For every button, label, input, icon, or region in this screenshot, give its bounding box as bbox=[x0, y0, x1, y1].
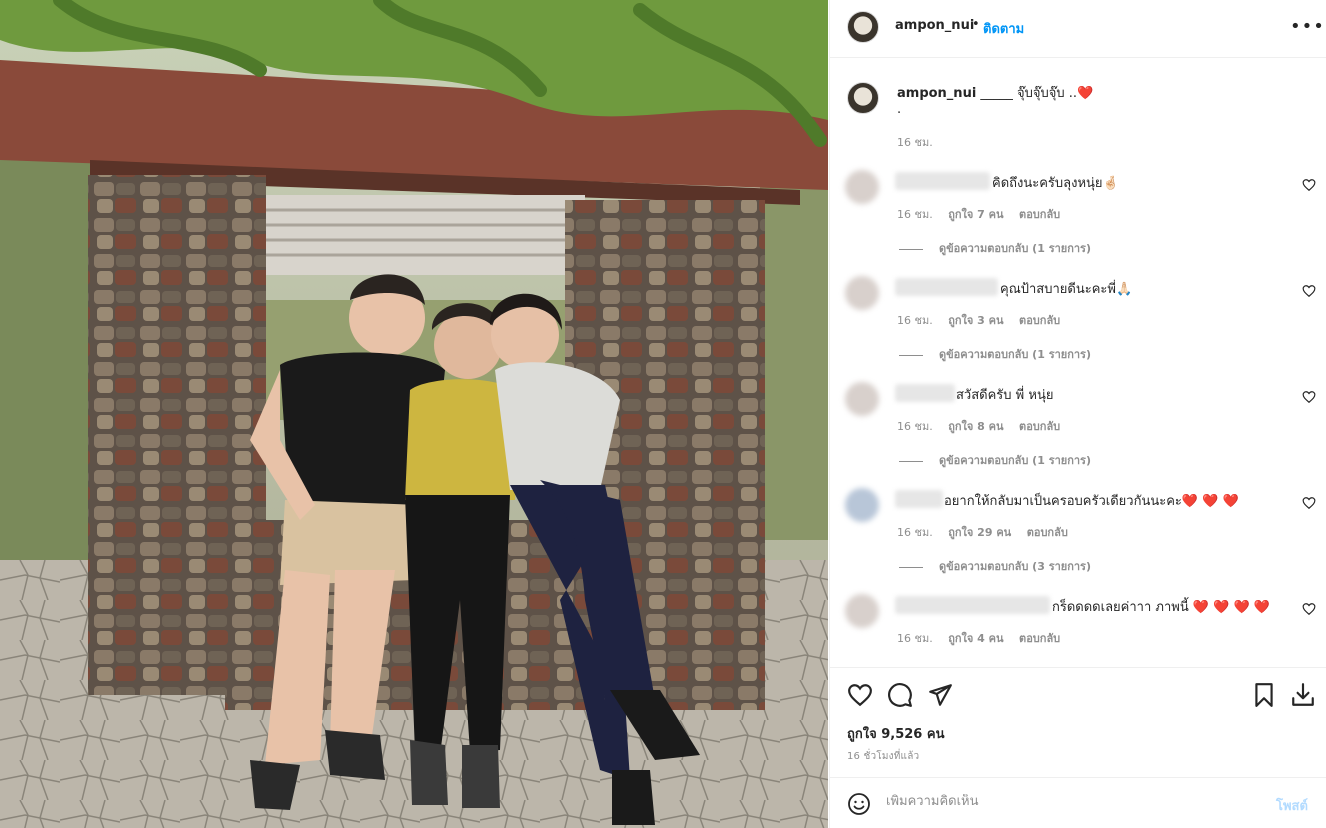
reply-button[interactable]: ตอบกลับ bbox=[1019, 420, 1060, 433]
commenter-avatar[interactable] bbox=[845, 594, 879, 628]
comment-meta: 16 ชม. ถูกใจ 8 คน ตอบกลับ bbox=[897, 417, 1072, 435]
commenter-name-blurred[interactable] bbox=[895, 384, 955, 402]
comment-time[interactable]: 16 ชม. bbox=[897, 632, 933, 645]
caption-avatar[interactable] bbox=[847, 82, 879, 114]
add-comment-bar: โพสต์ bbox=[830, 777, 1326, 828]
author-avatar[interactable] bbox=[847, 11, 879, 43]
follow-button[interactable]: ติดตาม bbox=[983, 18, 1024, 39]
heart-outline-icon[interactable] bbox=[847, 682, 873, 708]
post-photo-illustration bbox=[0, 0, 828, 828]
view-replies-button[interactable]: ดูข้อความตอบกลับ (3 รายการ) bbox=[899, 557, 1091, 575]
comment-like-heart-icon[interactable] bbox=[1302, 602, 1316, 616]
comment-like-heart-icon[interactable] bbox=[1302, 496, 1316, 510]
view-replies-label: ดูข้อความตอบกลับ (3 รายการ) bbox=[939, 560, 1091, 573]
commenter-name-blurred[interactable] bbox=[895, 172, 990, 190]
caption-text: _____ จุ๊บจุ๊บจุ๊บ ..❤️ bbox=[980, 86, 1094, 101]
comment-meta: 16 ชม. ถูกใจ 29 คน ตอบกลับ bbox=[897, 523, 1080, 541]
reply-button[interactable]: ตอบกลับ bbox=[1019, 632, 1060, 645]
replies-line bbox=[899, 354, 923, 356]
ellipsis-icon[interactable]: ••• bbox=[1290, 14, 1324, 40]
reply-button[interactable]: ตอบกลับ bbox=[1019, 208, 1060, 221]
view-replies-label: ดูข้อความตอบกลับ (1 รายการ) bbox=[939, 454, 1091, 467]
commenter-avatar[interactable] bbox=[845, 488, 879, 522]
download-icon[interactable] bbox=[1290, 682, 1316, 708]
post-photo[interactable] bbox=[0, 0, 828, 828]
comment-likes[interactable]: ถูกใจ 7 คน bbox=[948, 208, 1003, 221]
commenter-name-blurred[interactable] bbox=[895, 278, 998, 296]
comment-time[interactable]: 16 ชม. bbox=[897, 314, 933, 327]
comment-likes[interactable]: ถูกใจ 29 คน bbox=[948, 526, 1011, 539]
comment-like-heart-icon[interactable] bbox=[1302, 284, 1316, 298]
bookmark-icon[interactable] bbox=[1251, 682, 1277, 708]
view-replies-button[interactable]: ดูข้อความตอบกลับ (1 รายการ) bbox=[899, 345, 1091, 363]
comment-meta: 16 ชม. ถูกใจ 3 คน ตอบกลับ bbox=[897, 311, 1072, 329]
post-comment-button[interactable]: โพสต์ bbox=[1276, 795, 1308, 816]
commenter-avatar[interactable] bbox=[845, 170, 879, 204]
caption-username[interactable]: ampon_nui bbox=[897, 86, 976, 101]
likes-count[interactable]: ถูกใจ 9,526 คน bbox=[847, 723, 944, 744]
comment-meta: 16 ชม. ถูกใจ 7 คน ตอบกลับ bbox=[897, 205, 1072, 223]
comment-item: อยากให้กลับมาเป็นครอบครัวเดียวกันนะคะ❤️ … bbox=[830, 488, 1326, 594]
commenter-name-blurred[interactable] bbox=[895, 490, 943, 508]
comment-icon[interactable] bbox=[887, 682, 913, 708]
post-header: ampon_nui • ติดตาม ••• bbox=[830, 0, 1326, 58]
comment-meta: 16 ชม. ถูกใจ 4 คน ตอบกลับ bbox=[897, 629, 1072, 647]
comment-likes[interactable]: ถูกใจ 8 คน bbox=[948, 420, 1003, 433]
replies-line bbox=[899, 248, 923, 250]
comment-like-heart-icon[interactable] bbox=[1302, 390, 1316, 404]
comment-time[interactable]: 16 ชม. bbox=[897, 526, 933, 539]
replies-line bbox=[899, 566, 923, 568]
comment-likes[interactable]: ถูกใจ 4 คน bbox=[948, 632, 1003, 645]
view-replies-button[interactable]: ดูข้อความตอบกลับ (1 รายการ) bbox=[899, 451, 1091, 469]
comment-input[interactable] bbox=[886, 794, 1256, 809]
comment-like-heart-icon[interactable] bbox=[1302, 178, 1316, 192]
paper-plane-icon[interactable] bbox=[927, 682, 953, 708]
comment-text: อยากให้กลับมาเป็นครอบครัวเดียวกันนะคะ❤️ … bbox=[944, 494, 1239, 509]
caption-second-line: . bbox=[897, 102, 902, 117]
caption-time[interactable]: 16 ชม. bbox=[897, 133, 933, 151]
post-time-ago[interactable]: 16 ชั่วโมงที่แล้ว bbox=[847, 749, 919, 764]
comment-likes[interactable]: ถูกใจ 3 คน bbox=[948, 314, 1003, 327]
comment-text: คุณป้าสบายดีนะคะพี่🙏🏻 bbox=[1000, 282, 1133, 297]
commenter-avatar[interactable] bbox=[845, 276, 879, 310]
reply-button[interactable]: ตอบกลับ bbox=[1019, 314, 1060, 327]
caption-line: ampon_nui _____ จุ๊บจุ๊บจุ๊บ ..❤️ bbox=[897, 82, 1093, 103]
view-replies-label: ดูข้อความตอบกลับ (1 รายการ) bbox=[939, 348, 1091, 361]
comment-item: คุณป้าสบายดีนะคะพี่🙏🏻 16 ชม. ถูกใจ 3 คน … bbox=[830, 276, 1326, 382]
replies-line bbox=[899, 460, 923, 462]
comment-text: กร็ดดดดเลยค่าาา ภาพนี้ ❤️ ❤️ ❤️ ❤️ bbox=[1052, 600, 1270, 615]
post-sidebar: ampon_nui • ติดตาม ••• ampon_nui _____ จ… bbox=[829, 0, 1326, 828]
separator-dot: • bbox=[972, 17, 980, 32]
emoji-icon[interactable] bbox=[847, 792, 871, 816]
reply-button[interactable]: ตอบกลับ bbox=[1027, 526, 1068, 539]
comment-text: คิดถึงนะครับลุงหนุ่ย🤞🏻 bbox=[992, 176, 1119, 191]
comment-text: สวัสดีครับ พี่ หนุ่ย bbox=[956, 388, 1054, 403]
post-actions: ถูกใจ 9,526 คน 16 ชั่วโมงที่แล้ว bbox=[830, 667, 1326, 777]
author-username[interactable]: ampon_nui bbox=[895, 18, 974, 33]
comment-item: คิดถึงนะครับลุงหนุ่ย🤞🏻 16 ชม. ถูกใจ 7 คน… bbox=[830, 170, 1326, 276]
view-replies-label: ดูข้อความตอบกลับ (1 รายการ) bbox=[939, 242, 1091, 255]
comment-time[interactable]: 16 ชม. bbox=[897, 420, 933, 433]
comment-time[interactable]: 16 ชม. bbox=[897, 208, 933, 221]
view-replies-button[interactable]: ดูข้อความตอบกลับ (1 รายการ) bbox=[899, 239, 1091, 257]
comment-item: สวัสดีครับ พี่ หนุ่ย 16 ชม. ถูกใจ 8 คน ต… bbox=[830, 382, 1326, 488]
commenter-avatar[interactable] bbox=[845, 382, 879, 416]
commenter-name-blurred[interactable] bbox=[895, 596, 1050, 614]
